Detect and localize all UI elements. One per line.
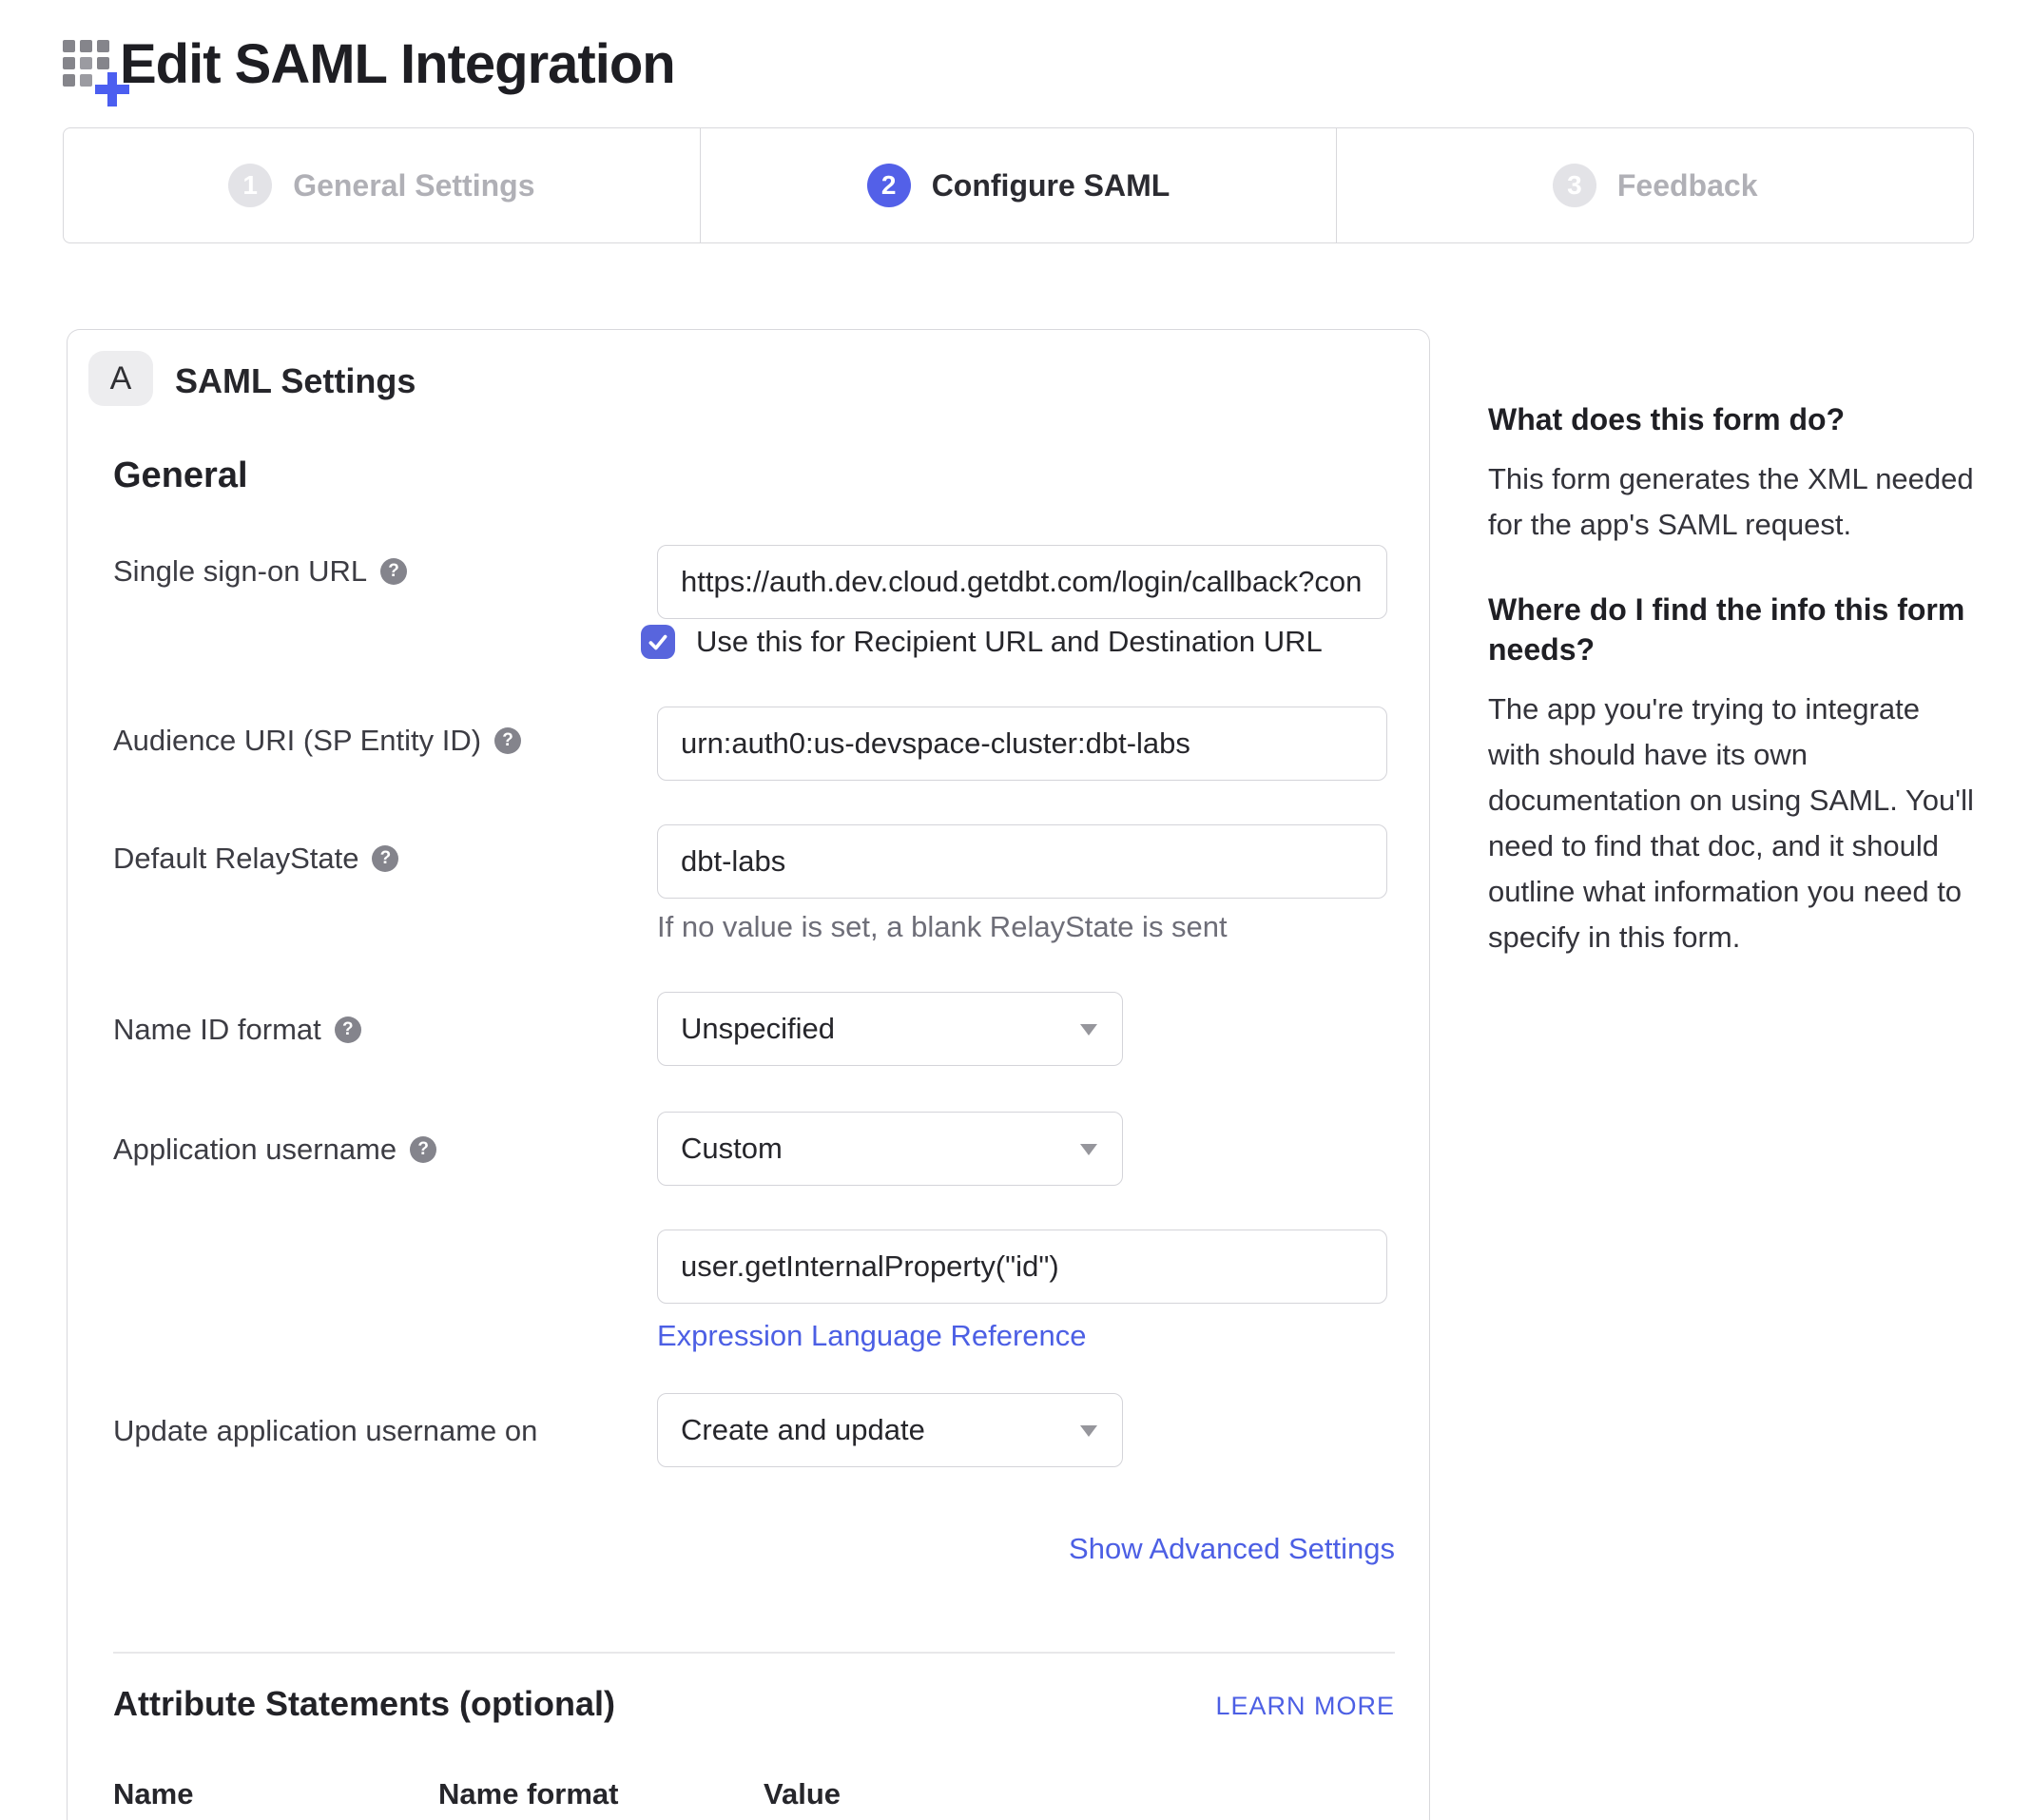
help-a2: The app you're trying to integrate with …	[1488, 687, 1979, 960]
step-3-label: Feedback	[1617, 168, 1758, 203]
audience-uri-input[interactable]	[657, 707, 1387, 781]
application-username-select[interactable]: Custom	[657, 1112, 1123, 1186]
step-1-label: General Settings	[293, 168, 534, 203]
learn-more-link[interactable]: LEARN MORE	[1215, 1692, 1395, 1721]
help-q1: What does this form do?	[1488, 399, 1979, 439]
update-username-select[interactable]: Create and update	[657, 1393, 1123, 1467]
page-title: Edit SAML Integration	[120, 32, 675, 96]
chevron-down-icon	[1080, 1425, 1097, 1437]
section-a-badge: A	[88, 351, 153, 406]
wizard-stepper: 1 General Settings 2 Configure SAML 3 Fe…	[63, 127, 1974, 243]
audience-uri-help-icon[interactable]: ?	[494, 727, 521, 754]
help-q2: Where do I find the info this form needs…	[1488, 590, 1979, 669]
recipient-url-checkbox[interactable]	[641, 625, 675, 659]
help-sidebar: What does this form do? This form genera…	[1488, 399, 1979, 960]
general-section-heading: General	[113, 455, 248, 496]
relay-state-label: Default RelayState ?	[113, 842, 627, 876]
saml-app-icon	[63, 40, 116, 93]
relay-state-input[interactable]	[657, 824, 1387, 899]
name-id-format-help-icon[interactable]: ?	[335, 1016, 361, 1043]
audience-uri-label: Audience URI (SP Entity ID) ?	[113, 724, 627, 758]
name-id-format-label: Name ID format ?	[113, 1013, 627, 1047]
plus-icon	[95, 72, 129, 106]
application-username-label: Application username ?	[113, 1133, 627, 1167]
section-divider	[113, 1652, 1395, 1654]
check-icon	[646, 629, 670, 654]
custom-expression-input[interactable]	[657, 1229, 1387, 1304]
name-id-format-select[interactable]: Unspecified	[657, 992, 1123, 1066]
sso-url-help-icon[interactable]: ?	[380, 558, 407, 585]
expression-language-reference-link[interactable]: Expression Language Reference	[657, 1319, 1087, 1353]
recipient-url-checkbox-row: Use this for Recipient URL and Destinati…	[641, 625, 1323, 659]
step-1-badge: 1	[228, 164, 272, 207]
chevron-down-icon	[1080, 1144, 1097, 1155]
help-a1: This form generates the XML needed for t…	[1488, 456, 1979, 548]
step-general-settings[interactable]: 1 General Settings	[64, 128, 700, 242]
step-3-badge: 3	[1553, 164, 1596, 207]
sso-url-label: Single sign-on URL ?	[113, 554, 627, 589]
update-username-label: Update application username on	[113, 1414, 627, 1448]
attr-col-name: Name	[113, 1777, 193, 1811]
application-username-help-icon[interactable]: ?	[410, 1136, 436, 1163]
chevron-down-icon	[1080, 1024, 1097, 1036]
step-feedback[interactable]: 3 Feedback	[1336, 128, 1973, 242]
relay-state-hint: If no value is set, a blank RelayState i…	[657, 910, 1228, 944]
attribute-statements-heading: Attribute Statements (optional)	[113, 1684, 615, 1724]
attr-col-value: Value	[764, 1777, 841, 1811]
panel-title: SAML Settings	[175, 361, 416, 401]
show-advanced-settings-link[interactable]: Show Advanced Settings	[1069, 1532, 1395, 1566]
step-2-label: Configure SAML	[932, 168, 1170, 203]
saml-settings-panel: A SAML Settings General Single sign-on U…	[67, 329, 1430, 1820]
page-header: Edit SAML Integration	[63, 32, 675, 96]
step-2-badge: 2	[867, 164, 911, 207]
sso-url-input[interactable]	[657, 545, 1387, 619]
relay-state-help-icon[interactable]: ?	[372, 845, 398, 872]
step-configure-saml[interactable]: 2 Configure SAML	[700, 128, 1337, 242]
attr-col-name-format: Name format	[438, 1777, 619, 1811]
recipient-url-checkbox-label: Use this for Recipient URL and Destinati…	[696, 625, 1323, 659]
